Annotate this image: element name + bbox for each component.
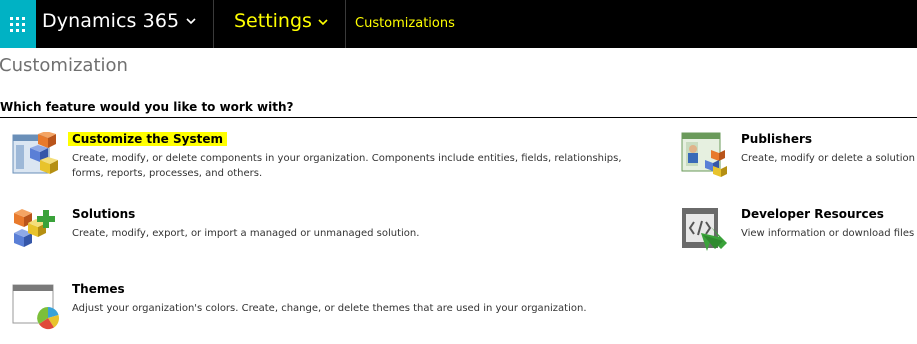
waffle-dot: [22, 17, 25, 20]
chevron-down-icon[interactable]: [184, 14, 198, 28]
waffle-dot: [16, 17, 19, 20]
solutions-icon[interactable]: [12, 207, 60, 255]
customize-system-description: Create, modify, or delete components in …: [72, 153, 622, 179]
area-menu-settings[interactable]: Settings: [234, 10, 312, 32]
solutions-description: Create, modify, export, or import a mana…: [72, 228, 420, 239]
heading-divider: [0, 117, 917, 118]
top-navigation-bar: Dynamics 365 Settings Customizations: [0, 0, 917, 48]
developer-resources-link[interactable]: Developer Resources: [737, 207, 888, 221]
themes-link[interactable]: Themes: [68, 282, 129, 296]
waffle-dot: [16, 23, 19, 26]
feature-question-heading: Which feature would you like to work wit…: [0, 100, 294, 114]
chevron-down-icon[interactable]: [316, 15, 330, 29]
themes-icon[interactable]: [12, 282, 60, 330]
developer-resources-icon[interactable]: [681, 207, 729, 255]
solutions-link[interactable]: Solutions: [68, 207, 139, 221]
divider: [213, 0, 214, 48]
customize-system-icon[interactable]: [12, 132, 60, 180]
page-title: Customization: [0, 55, 128, 76]
waffle-dot: [10, 17, 13, 20]
waffle-dot: [10, 29, 13, 32]
publishers-icon[interactable]: [681, 132, 729, 180]
waffle-dot: [16, 29, 19, 32]
app-name[interactable]: Dynamics 365: [42, 10, 179, 32]
customize-system-link[interactable]: Customize the System: [68, 132, 227, 146]
divider: [345, 0, 346, 48]
waffle-dot: [10, 23, 13, 26]
waffle-dot: [22, 29, 25, 32]
waffle-dot: [22, 23, 25, 26]
developer-resources-description: View information or download files t: [741, 228, 917, 239]
publishers-link[interactable]: Publishers: [737, 132, 816, 146]
app-launcher-waffle-icon[interactable]: [0, 0, 36, 48]
breadcrumb-customizations[interactable]: Customizations: [355, 16, 455, 31]
publishers-description: Create, modify or delete a solution p: [741, 153, 917, 164]
themes-description: Adjust your organization's colors. Creat…: [72, 303, 587, 314]
